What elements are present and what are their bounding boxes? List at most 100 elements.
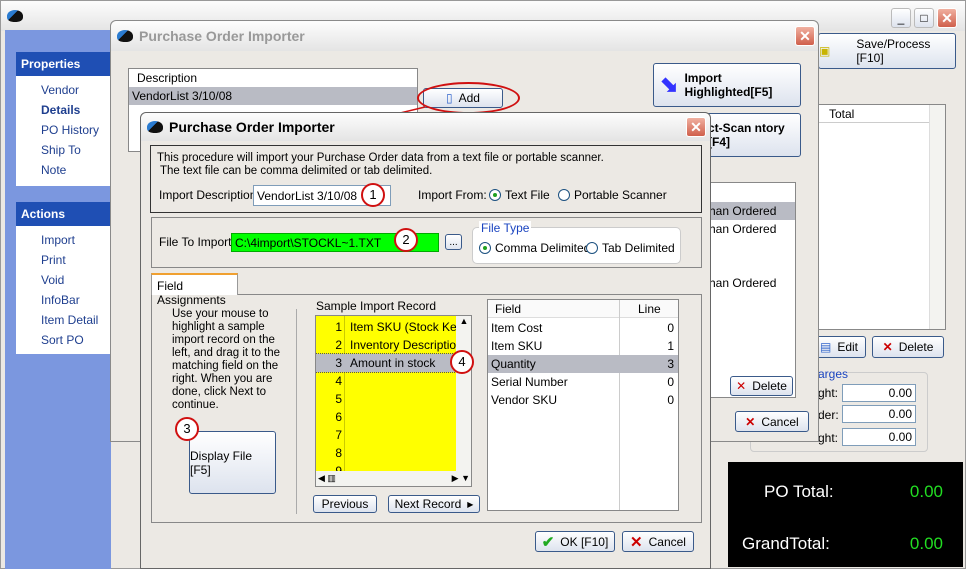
field-name: Item Cost [491,321,543,335]
sidebar-item-note[interactable]: Note [16,160,110,180]
import-highlighted-button[interactable]: ⬊ Import Highlighted[F5] [653,63,801,107]
field-name: Vendor SKU [491,393,558,407]
instructions-text: Use your mouse to highlight a sample imp… [172,308,281,411]
sidebar-item-details[interactable]: Details [16,100,110,120]
save-process-button[interactable]: ▣ Save/Process [F10] [818,33,956,69]
scanner-icon: ⬊ [660,72,679,97]
radio-text-file[interactable]: Text File [489,188,550,202]
grand-total-label: GrandTotal: [742,534,830,553]
app-logo-icon [7,10,23,22]
add-callout-ellipse [417,82,520,114]
properties-header: Properties [16,52,110,76]
sidebar-item-import[interactable]: Import [16,230,110,250]
sample-vertical-scrollbar[interactable]: ▲ [456,316,471,471]
field-line: 1 [667,339,674,353]
field-row[interactable]: Quantity 3 [488,355,678,373]
browse-button[interactable]: ... [445,234,462,250]
sample-row[interactable]: 7 [316,426,456,444]
radio-portable-scanner[interactable]: Portable Scanner [558,188,667,202]
sidebar-item-ship-to[interactable]: Ship To [16,140,110,160]
intro-panel: This procedure will import your Purchase… [150,145,702,213]
sample-row-text: Item SKU (Stock Keep [350,320,471,334]
radio-selected-icon [479,242,491,254]
description-row[interactable]: VendorList 3/10/08 [129,87,417,105]
sample-row[interactable]: 6 [316,408,456,426]
sample-row-number: 4 [335,374,342,388]
delete-button[interactable]: ✕ Delete [872,336,944,358]
play-arrow-icon: ▶ [467,499,474,509]
radio-icon [558,189,570,201]
radio-tab-delimited[interactable]: Tab Delimited [586,241,675,255]
field-row[interactable]: Item SKU 1 [488,337,678,355]
field-list[interactable]: Field Line Item Cost 0 Item SKU 1 Quantity 3 S… [487,299,679,511]
radio-comma-delimited[interactable]: Comma Delimited [479,241,590,255]
back-title: Purchase Order Importer [139,28,305,44]
cancel-button[interactable]: ✕ Cancel [622,531,694,552]
field-row[interactable]: Serial Number 0 [488,373,678,391]
radio-icon [586,242,598,254]
callout-1: 1 [361,183,385,207]
grand-total-value: 0.00 [909,534,943,553]
sample-row[interactable]: 2 Inventory Description [316,336,462,354]
charge-label-1: ght: [818,386,839,400]
field-line: 0 [667,393,674,407]
cancel-x-icon: ✕ [745,414,756,429]
field-row[interactable]: Item Cost 0 [488,319,678,337]
sample-row[interactable]: 8 [316,444,456,462]
field-line: 0 [667,375,674,389]
sidebar-item-void[interactable]: Void [16,270,110,290]
field-row[interactable]: Vendor SKU 0 [488,391,678,409]
items-grid[interactable]: Total [818,104,946,330]
delete-x-icon: ✕ [882,340,893,354]
back-close-button[interactable]: ✕ [795,26,815,46]
description-header: Description [137,71,198,85]
grid-scrollbar[interactable] [929,105,945,329]
sample-row-text: Amount in stock [350,356,436,370]
previous-button[interactable]: Previous [313,495,377,513]
sample-row[interactable]: 5 [316,390,456,408]
sample-row[interactable]: 3 Amount in stock [316,353,457,373]
edit-icon: ▤ [819,340,832,354]
sample-row-number: 8 [335,446,342,460]
maximize-button[interactable]: □ [914,8,934,28]
save-label: Save/Process [F10] [856,37,931,65]
grid-header-total: Total [819,105,945,123]
file-type-title: File Type [479,221,532,235]
intro-line-1: This procedure will import your Purchase… [157,152,604,164]
charges-title: arges [818,367,849,381]
sidebar-item-sort-po[interactable]: Sort PO [16,330,110,350]
intro-line-2: The text file can be comma delimited or … [160,165,433,177]
sample-row[interactable]: 1 Item SKU (Stock Keep [316,318,470,336]
ok-button[interactable]: ✔ OK [F10] [535,531,615,552]
sidebar-item-vendor[interactable]: Vendor [16,80,110,100]
actions-header: Actions [16,202,110,226]
file-panel: File To Import: C:\4import\STOCKL~1.TXT … [151,217,702,268]
import-description-label: Import Description: [159,188,260,202]
sidebar-item-infobar[interactable]: InfoBar [16,290,110,310]
back-logo-icon [117,30,133,42]
field-header: Field [495,302,522,316]
charge-input-2[interactable]: 0.00 [842,405,916,423]
cancel-x-icon: ✕ [630,533,643,551]
back-cancel-button[interactable]: ✕ Cancel [735,411,809,432]
sample-horizontal-scrollbar[interactable]: ◀ ▥ ▶ ▼ [316,471,471,486]
dialog-close-button[interactable]: ✕ [686,117,706,137]
tab-field-assignments[interactable]: Field Assignments [151,273,238,307]
charge-input-3[interactable]: 0.00 [842,428,916,446]
sidebar-item-item-detail[interactable]: Item Detail [16,310,110,330]
sample-record-list[interactable]: 1 Item SKU (Stock Keep 2 Inventory Descript… [315,315,472,487]
display-file-button[interactable]: Display File [F5] [189,431,276,494]
charge-input-1[interactable]: 0.00 [842,384,916,402]
totals-panel: PO Total: 0.00 GrandTotal: 0.00 [728,462,963,567]
edit-button[interactable]: ▤ Edit [812,336,866,358]
field-line: 0 [667,321,674,335]
sidebar-item-print[interactable]: Print [16,250,110,270]
field-name: Item SKU [491,339,543,353]
next-record-button[interactable]: Next Record ▶ [388,495,480,513]
sidebar-item-po-history[interactable]: PO History [16,120,110,140]
callout-3: 3 [175,417,199,441]
main-close-button[interactable]: ✕ [937,8,957,28]
sample-row[interactable]: 4 [316,372,456,390]
back-delete-button[interactable]: ✕ Delete [730,376,793,396]
minimize-button[interactable]: _ [891,8,911,28]
